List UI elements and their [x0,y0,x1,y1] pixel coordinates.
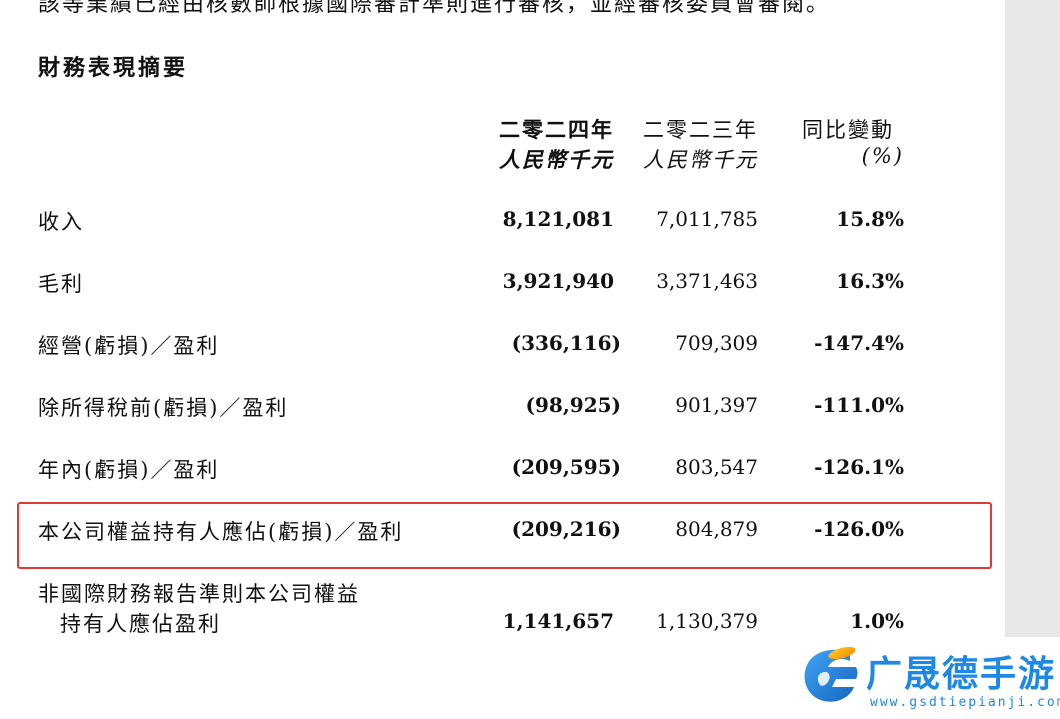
row-label-non-ifrs-line2: 持有人應佔盈利 [60,612,221,636]
cell-2023-non-ifrs: 1,130,379 [656,609,758,633]
cell-2024-pretax: (98,925) [525,393,621,417]
header-2023-unit: 人民幣千元 [643,148,758,172]
cell-yoy-pretax: -111.0% [814,393,904,417]
row-label-operating: 經營(虧損)／盈利 [38,334,220,358]
header-2023-year: 二零二三年 [643,118,758,142]
row-label-revenue: 收入 [38,210,84,234]
header-2024-unit: 人民幣千元 [499,147,614,172]
cell-2024-year: (209,595) [511,455,621,479]
cell-yoy-revenue: 15.8% [836,207,904,231]
cell-2023-attributable: 804,879 [675,517,758,541]
cell-2023-operating: 709,309 [675,331,758,355]
header-yoy-unit: (%) [861,144,904,168]
cell-2024-operating: (336,116) [511,331,621,355]
cell-yoy-attributable: -126.0% [814,517,904,541]
cell-yoy-gross-profit: 16.3% [836,269,904,293]
cell-2024-gross-profit: 3,921,940 [502,269,614,293]
cell-yoy-non-ifrs: 1.0% [850,609,904,633]
cell-2023-pretax: 901,397 [675,393,758,417]
watermark: 广晟德手游 www.gsdtiepianji.com [798,645,1060,719]
page-margin [1005,0,1060,637]
row-label-gross-profit: 毛利 [38,272,84,296]
row-label-attributable: 本公司權益持有人應佔(虧損)／盈利 [38,520,404,544]
cell-2023-year: 803,547 [675,455,758,479]
document-page: 該等業績已經由核數師根據國際審計準則進行審核，並經審核委員會審閱。 財務表現摘要… [0,0,1005,719]
watermark-name: 广晟德手游 [866,654,1057,695]
cell-2023-revenue: 7,011,785 [656,207,758,231]
cell-2023-gross-profit: 3,371,463 [656,269,758,293]
section-title: 財務表現摘要 [38,55,189,81]
watermark-url: www.gsdtiepianji.com [870,695,1060,710]
watermark-logo-icon [804,646,858,702]
cell-yoy-year: -126.1% [814,455,904,479]
row-label-pretax: 除所得稅前(虧損)／盈利 [38,396,289,420]
cell-yoy-operating: -147.4% [814,331,904,355]
top-text-partial: 該等業績已經由核數師根據國際審計準則進行審核，並經審核委員會審閱。 [38,0,831,17]
cell-2024-non-ifrs: 1,141,657 [502,609,614,633]
row-label-non-ifrs-line1: 非國際財務報告準則本公司權益 [38,582,360,606]
header-yoy: 同比變動 [802,118,894,142]
cell-2024-revenue: 8,121,081 [502,207,614,231]
header-2024-year: 二零二四年 [499,117,614,142]
cell-2024-attributable: (209,216) [511,517,621,541]
row-label-year: 年內(虧損)／盈利 [38,458,220,482]
